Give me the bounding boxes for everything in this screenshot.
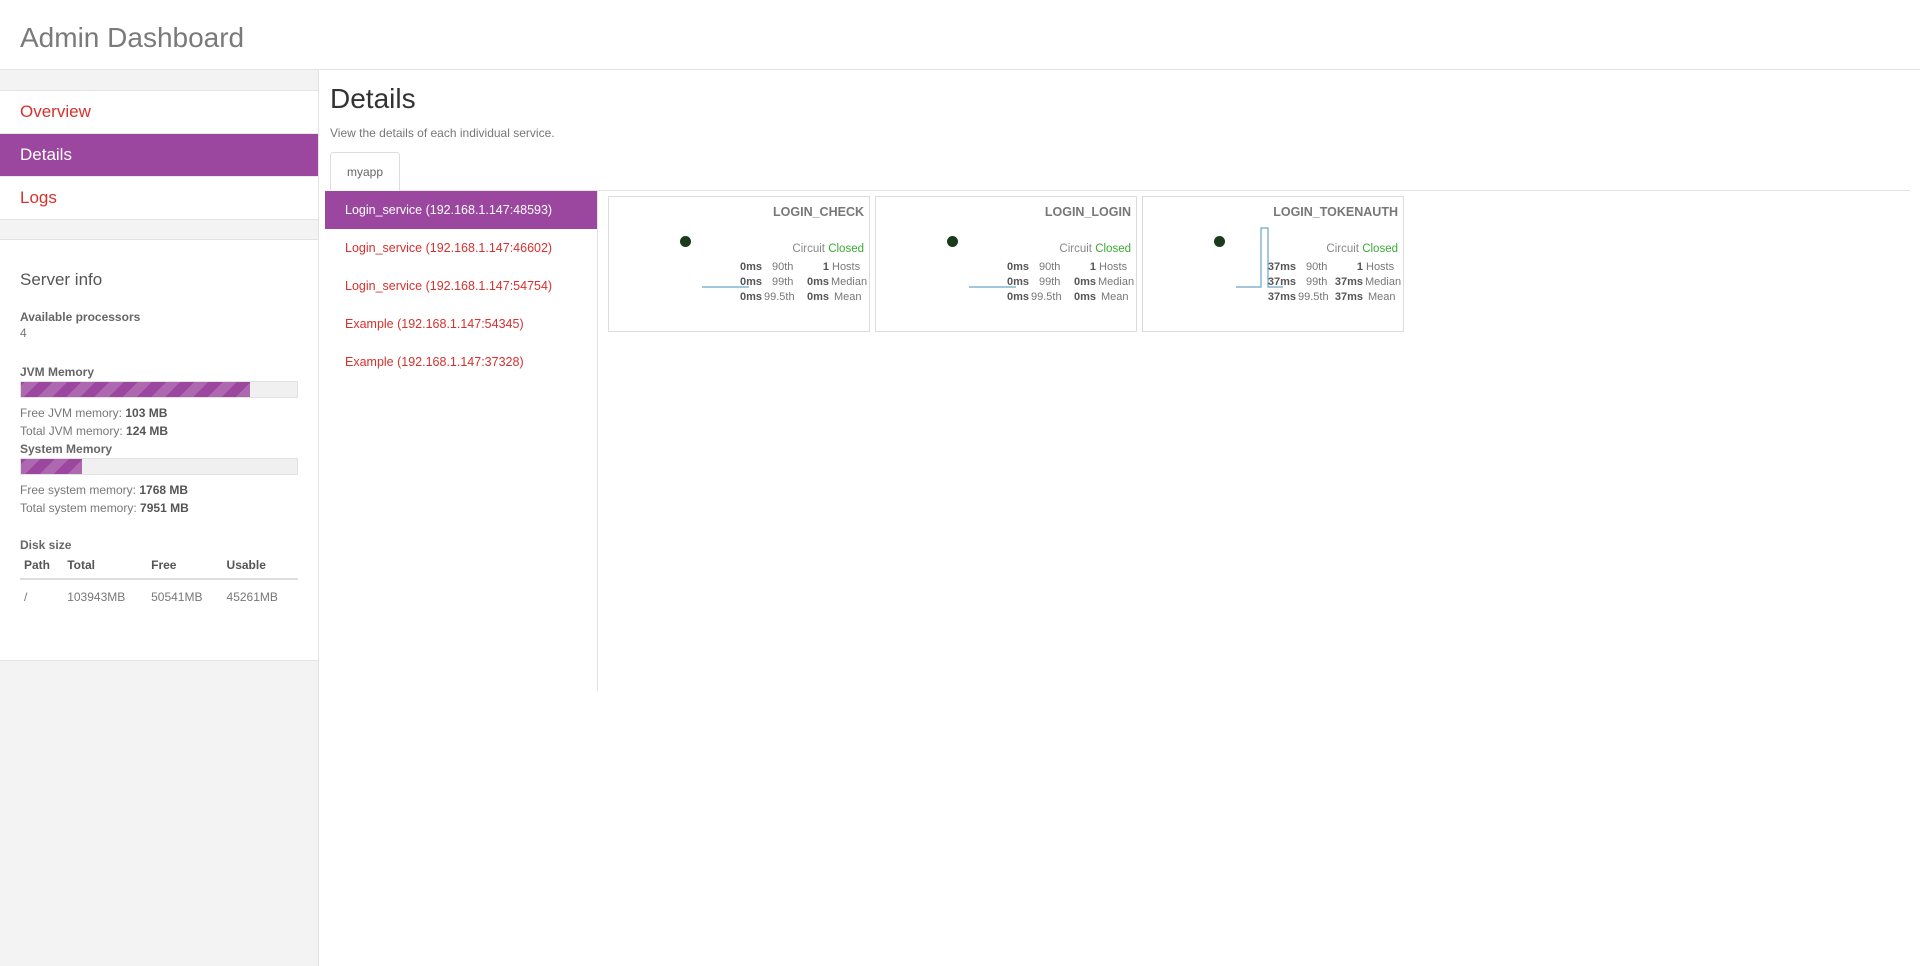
disk-usable: 45261MB xyxy=(222,578,298,614)
metric-mean-label: Mean xyxy=(1101,291,1129,303)
metric-p90-value: 0ms xyxy=(739,261,762,273)
disk-free: 50541MB xyxy=(147,578,223,614)
metric-p995-value: 0ms xyxy=(1006,291,1029,303)
metric-p99-label: 99th xyxy=(1306,276,1328,288)
metric-p99-value: 37ms xyxy=(1267,276,1296,288)
jvm-memory-bar-fill xyxy=(21,382,251,397)
metric-median-value: 0ms xyxy=(1073,276,1096,288)
metric-mean-value: 0ms xyxy=(806,291,829,303)
jvm-memory-label: JVM Memory xyxy=(20,365,95,379)
circuit-health-dot xyxy=(947,236,958,247)
circuit-status: Circuit Closed xyxy=(1059,243,1131,255)
metric-p995-label: 99.5th xyxy=(1031,291,1062,303)
system-memory-label: System Memory xyxy=(20,442,113,456)
card-title: LOGIN_TOKENAUTH xyxy=(1273,205,1398,219)
disk-total: 103943MB xyxy=(63,578,148,614)
service-item[interactable]: Example (192.168.1.147:37328) xyxy=(325,343,598,381)
circuit-health-dot xyxy=(680,236,691,247)
metric-median-value: 0ms xyxy=(806,276,829,288)
metric-p90-label: 90th xyxy=(1039,261,1061,273)
table-row: / 103943MB 50541MB 45261MB xyxy=(20,578,298,614)
available-processors-label: Available processors xyxy=(20,310,141,324)
metric-median-label: Median xyxy=(1365,276,1402,288)
service-item[interactable]: Login_service (192.168.1.147:48593) xyxy=(325,191,598,229)
disk-table: Path Total Free Usable / 103943MB 50541M… xyxy=(20,553,298,614)
metric-mean-label: Mean xyxy=(1368,291,1396,303)
circuit-card-login-login[interactable]: LOGIN_LOGIN Circuit Closed 0ms 90th 1 Ho… xyxy=(875,196,1137,332)
metric-p90-value: 0ms xyxy=(1006,261,1029,273)
metric-p90-label: 90th xyxy=(772,261,794,273)
metric-mean-value: 37ms xyxy=(1334,291,1363,303)
metric-mean-label: Mean xyxy=(834,291,862,303)
nav-item-overview[interactable]: Overview xyxy=(0,91,318,133)
metric-p99-value: 0ms xyxy=(739,276,762,288)
col-total: Total xyxy=(63,553,148,580)
metric-hosts-value: 1 xyxy=(1089,261,1096,273)
disk-size-label: Disk size xyxy=(20,538,72,552)
card-title: LOGIN_CHECK xyxy=(773,205,864,219)
system-memory-bar xyxy=(20,458,298,475)
circuit-health-dot xyxy=(1214,236,1225,247)
free-system-memory: Free system memory: 1768 MB xyxy=(20,483,189,497)
col-usable: Usable xyxy=(222,553,298,580)
service-item[interactable]: Login_service (192.168.1.147:54754) xyxy=(325,267,598,305)
disk-table-header: Path Total Free Usable xyxy=(20,553,298,580)
metric-median-value: 37ms xyxy=(1334,276,1363,288)
server-info-panel: Server info Available processors 4 JVM M… xyxy=(0,239,319,661)
metric-median-label: Median xyxy=(831,276,868,288)
server-info-title: Server info xyxy=(20,270,103,289)
circuit-status: Circuit Closed xyxy=(1326,243,1398,255)
metric-p995-value: 37ms xyxy=(1267,291,1296,303)
metric-hosts-value: 1 xyxy=(1356,261,1363,273)
metric-p90-label: 90th xyxy=(1306,261,1328,273)
metric-hosts-value: 1 xyxy=(822,261,829,273)
service-list-divider xyxy=(597,191,598,691)
total-system-memory: Total system memory: 7951 MB xyxy=(20,501,189,515)
left-sidebar: Overview Details Logs Server info Availa… xyxy=(0,70,319,966)
metric-median-label: Median xyxy=(1098,276,1135,288)
service-list: Login_service (192.168.1.147:48593) Logi… xyxy=(325,191,598,381)
free-jvm-memory: Free JVM memory: 103 MB xyxy=(20,406,168,420)
total-jvm-memory: Total JVM memory: 124 MB xyxy=(20,424,169,438)
col-path: Path xyxy=(20,553,64,580)
nav-item-logs[interactable]: Logs xyxy=(0,176,318,219)
disk-path: / xyxy=(20,578,64,614)
metric-p90-value: 37ms xyxy=(1267,261,1296,273)
nav-item-details[interactable]: Details xyxy=(0,133,318,176)
tab-myapp[interactable]: myapp xyxy=(330,152,400,190)
page-title: Details xyxy=(330,83,416,114)
circuit-card-login-tokenauth[interactable]: LOGIN_TOKENAUTH Circuit Closed 37ms 90th… xyxy=(1142,196,1404,332)
page-subtitle: View the details of each individual serv… xyxy=(330,126,555,140)
metric-p995-label: 99.5th xyxy=(1298,291,1329,303)
app-title[interactable]: Admin Dashboard xyxy=(20,22,244,54)
system-memory-bar-fill xyxy=(21,459,82,474)
metric-p995-label: 99.5th xyxy=(764,291,795,303)
top-navbar: Admin Dashboard xyxy=(0,0,1920,70)
circuit-status: Circuit Closed xyxy=(792,243,864,255)
col-free: Free xyxy=(147,553,223,580)
metric-mean-value: 0ms xyxy=(1073,291,1096,303)
metric-p995-value: 0ms xyxy=(739,291,762,303)
metric-hosts-label: Hosts xyxy=(832,261,861,273)
tab-divider xyxy=(399,190,1910,191)
card-title: LOGIN_LOGIN xyxy=(1044,205,1131,219)
service-item[interactable]: Login_service (192.168.1.147:46602) xyxy=(325,229,598,267)
metric-p99-label: 99th xyxy=(772,276,794,288)
metric-hosts-label: Hosts xyxy=(1099,261,1128,273)
metric-p99-value: 0ms xyxy=(1006,276,1029,288)
jvm-memory-bar xyxy=(20,381,298,398)
metric-hosts-label: Hosts xyxy=(1366,261,1395,273)
metric-p99-label: 99th xyxy=(1039,276,1061,288)
sidebar-nav: Overview Details Logs xyxy=(0,90,319,220)
available-processors-value: 4 xyxy=(20,326,27,340)
service-item[interactable]: Example (192.168.1.147:54345) xyxy=(325,305,598,343)
circuit-card-login-check[interactable]: LOGIN_CHECK Circuit Closed 0ms 90th 1 Ho… xyxy=(608,196,870,332)
